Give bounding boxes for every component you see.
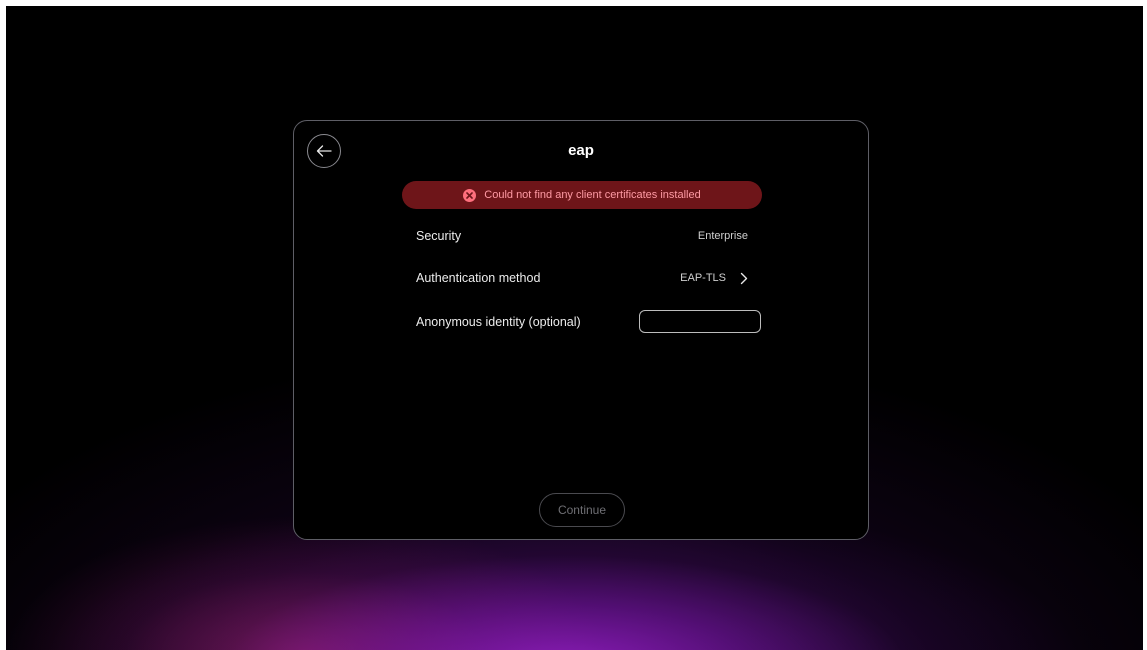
authentication-method-label: Authentication method bbox=[416, 271, 541, 285]
dialog-title: eap bbox=[568, 142, 594, 159]
authentication-method-value: EAP-TLS bbox=[680, 272, 726, 284]
continue-button[interactable]: Continue bbox=[539, 493, 625, 527]
screen-background: eap Could not find any client certificat… bbox=[6, 6, 1143, 650]
anonymous-identity-label: Anonymous identity (optional) bbox=[416, 315, 581, 329]
security-label: Security bbox=[416, 229, 462, 243]
error-x-circle-icon bbox=[463, 188, 477, 202]
security-row: Security Enterprise bbox=[416, 225, 748, 247]
error-banner: Could not find any client certificates i… bbox=[402, 181, 762, 209]
eap-settings-dialog: eap Could not find any client certificat… bbox=[293, 120, 869, 540]
anonymous-identity-input[interactable] bbox=[639, 310, 761, 333]
chevron-right-icon bbox=[740, 272, 748, 285]
error-message: Could not find any client certificates i… bbox=[484, 189, 701, 201]
authentication-method-selector[interactable]: EAP-TLS bbox=[680, 272, 748, 285]
security-value: Enterprise bbox=[697, 230, 748, 242]
authentication-method-row[interactable]: Authentication method EAP-TLS bbox=[416, 267, 748, 289]
